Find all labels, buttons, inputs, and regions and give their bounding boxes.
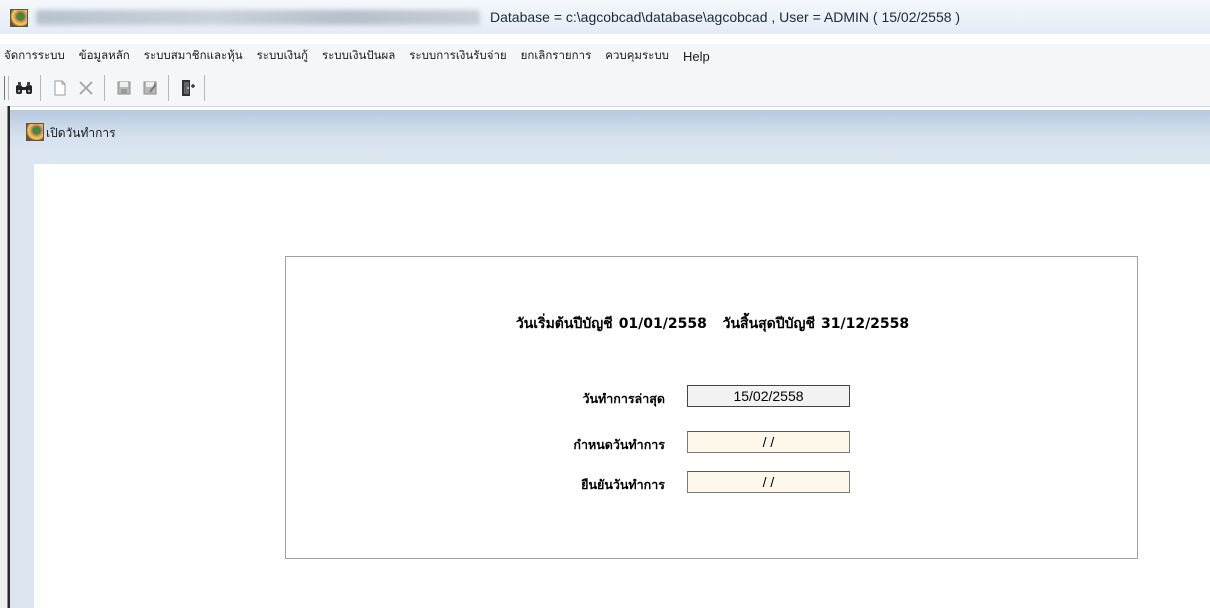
set-workday-row: กำหนดวันทำการ / / [286, 431, 1139, 455]
menu-system-control[interactable]: ควบคุมระบบ [598, 47, 676, 65]
child-window-title: เปิดวันทำการ [46, 126, 116, 140]
child-window-icon[interactable] [26, 123, 44, 141]
toolbar-grip[interactable] [4, 76, 9, 100]
child-frame-top [10, 154, 1210, 164]
menu-help[interactable]: Help [676, 49, 717, 64]
menu-dividends[interactable]: ระบบเงินปันผล [315, 47, 402, 65]
fiscal-start-date: 01/01/2558 [618, 316, 707, 332]
fiscal-period-line: วันเริ่มต้นปีบัญชี 01/01/2558 วันสิ้นสุดป… [286, 313, 1139, 335]
window-title: Database = c:\agcobcad\database\agcobcad… [490, 9, 961, 25]
exit-door-icon[interactable] [178, 78, 198, 98]
toolbar [0, 68, 1210, 107]
fiscal-end-label: วันสิ้นสุดปีบัญชี [722, 316, 815, 332]
menu-bar: จัดการระบบ ข้อมูลหลัก ระบบสมาชิกและหุ้น … [0, 44, 1210, 68]
menu-master-data[interactable]: ข้อมูลหลัก [72, 47, 137, 65]
delete-icon[interactable] [76, 78, 96, 98]
menu-system-management[interactable]: จัดการระบบ [0, 47, 72, 65]
open-workday-panel: วันเริ่มต้นปีบัญชี 01/01/2558 วันสิ้นสุดป… [285, 256, 1138, 559]
confirm-workday-input[interactable]: / / [687, 471, 850, 493]
menu-members-shares[interactable]: ระบบสมาชิกและหุ้น [137, 47, 250, 65]
menu-loans[interactable]: ระบบเงินกู้ [250, 47, 315, 65]
window-titlebar[interactable]: Database = c:\agcobcad\database\agcobcad… [0, 0, 1210, 34]
fiscal-end-date: 31/12/2558 [820, 316, 910, 332]
fiscal-start-label: วันเริ่มต้นปีบัญชี [515, 316, 613, 332]
last-workday-label: วันทำการล่าสุด [582, 391, 665, 406]
confirm-workday-label: ยืนยันวันทำการ [581, 477, 665, 492]
child-window-titlebar[interactable]: เปิดวันทำการ [10, 110, 1210, 154]
edit-save-icon[interactable] [140, 78, 160, 98]
set-workday-input[interactable]: / / [687, 431, 850, 453]
save-icon[interactable] [114, 78, 134, 98]
app-icon[interactable] [10, 9, 28, 27]
last-workday-value: 15/02/2558 [687, 385, 850, 407]
confirm-workday-row: ยืนยันวันทำการ / / [286, 471, 1139, 495]
redacted-title-text [36, 10, 480, 25]
menu-cancel-transactions[interactable]: ยกเลิกรายการ [514, 47, 599, 65]
child-frame-left [10, 164, 34, 608]
search-icon[interactable] [14, 78, 34, 98]
set-workday-label: กำหนดวันทำการ [573, 437, 665, 452]
new-document-icon[interactable] [50, 78, 70, 98]
last-workday-row: วันทำการล่าสุด 15/02/2558 [286, 385, 1139, 409]
menu-cash-receipts-payments[interactable]: ระบบการเงินรับจ่าย [402, 47, 513, 65]
mdi-frame-left [0, 106, 8, 608]
